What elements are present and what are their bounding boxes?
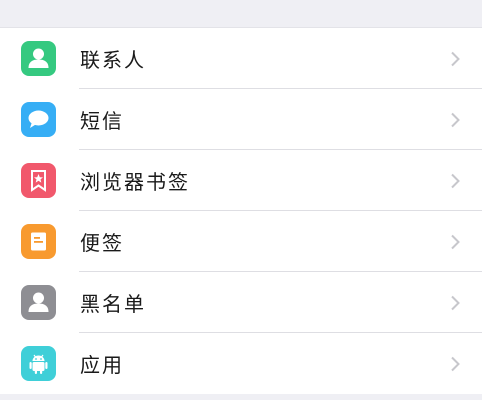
list-item-messages[interactable]: 短信 <box>0 89 482 150</box>
list-item-browser-bookmarks[interactable]: 浏览器书签 <box>0 150 482 211</box>
chevron-right-icon <box>451 51 460 66</box>
blacklist-icon <box>21 285 56 320</box>
list-item-notes[interactable]: 便签 <box>0 211 482 272</box>
chevron-right-icon <box>451 173 460 188</box>
list-item-apps[interactable]: 应用 <box>0 333 482 394</box>
android-app-icon <box>21 346 56 381</box>
chevron-right-icon <box>451 356 460 371</box>
chevron-right-icon <box>451 234 460 249</box>
contacts-icon <box>21 41 56 76</box>
note-icon <box>21 224 56 259</box>
list-item-contacts[interactable]: 联系人 <box>0 28 482 89</box>
item-label: 黑名单 <box>80 292 146 316</box>
chevron-right-icon <box>451 295 460 310</box>
item-label: 便签 <box>80 231 124 255</box>
item-label: 短信 <box>80 109 124 133</box>
item-label: 浏览器书签 <box>80 170 190 194</box>
settings-list: 联系人 短信 浏览器书签 便签 黑名单 应用 <box>0 27 482 394</box>
message-icon <box>21 102 56 137</box>
item-label: 应用 <box>80 353 124 377</box>
bookmark-icon <box>21 163 56 198</box>
top-band <box>0 0 482 27</box>
list-item-blacklist[interactable]: 黑名单 <box>0 272 482 333</box>
item-label: 联系人 <box>80 48 146 72</box>
chevron-right-icon <box>451 112 460 127</box>
